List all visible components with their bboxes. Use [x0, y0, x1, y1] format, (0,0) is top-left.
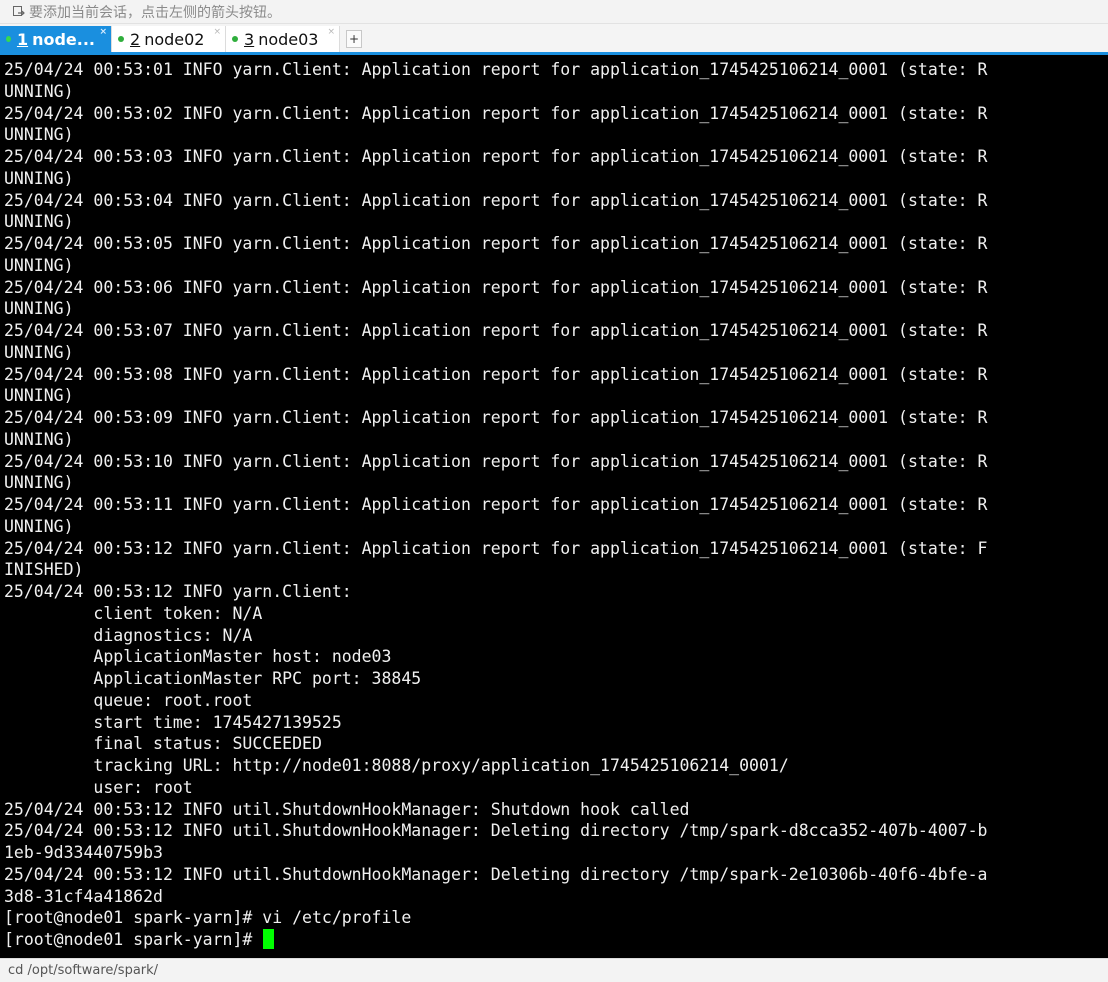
tab-number: 2	[130, 29, 141, 49]
tab-node01[interactable]: 1 node... ×	[0, 26, 112, 52]
terminal-line: tracking URL: http://node01:8088/proxy/a…	[93, 756, 789, 775]
terminal-line: start time: 1745427139525	[93, 712, 342, 732]
terminal-line: 25/04/24 00:53:12 INFO util.ShutdownHook…	[4, 799, 690, 819]
connection-status-icon	[232, 36, 238, 42]
terminal-line: 25/04/24 00:53:12 INFO yarn.Client: Appl…	[4, 538, 988, 558]
terminal-line: ApplicationMaster RPC port: 38845	[93, 669, 422, 688]
close-icon[interactable]: ×	[327, 27, 335, 37]
terminal-line: 1eb-9d33440759b3	[4, 843, 163, 862]
tab-label: node...	[32, 29, 95, 49]
terminal-line: UNNING)	[4, 81, 74, 101]
terminal-cursor	[263, 929, 275, 949]
terminal-line: UNNING)	[4, 299, 74, 319]
terminal-line: queue: root.root	[93, 690, 253, 710]
terminal-line: 25/04/24 00:53:06 INFO yarn.Client: Appl…	[4, 277, 988, 297]
tab-node02[interactable]: 2 node02 ×	[112, 26, 226, 52]
connection-status-icon	[118, 36, 124, 42]
terminal-line: 25/04/24 00:53:09 INFO yarn.Client: Appl…	[4, 408, 988, 427]
shell-prompt: [root@node01 spark-yarn]#	[4, 930, 263, 949]
terminal-line: 25/04/24 00:53:10 INFO yarn.Client: Appl…	[4, 451, 988, 471]
tab-label: node03	[258, 29, 319, 49]
terminal-line: 25/04/24 00:53:12 INFO util.ShutdownHook…	[4, 864, 988, 884]
tab-number: 3	[244, 29, 255, 49]
session-tab-bar: 1 node... × 2 node02 × 3 node03 × +	[0, 24, 1108, 55]
terminal-line: [root@node01 spark-yarn]# vi /etc/profil…	[4, 908, 412, 928]
terminal-line: UNNING)	[4, 125, 74, 145]
terminal-line: 25/04/24 00:53:12 INFO util.ShutdownHook…	[4, 821, 988, 841]
tab-node03[interactable]: 3 node03 ×	[226, 26, 340, 52]
terminal-line: 25/04/24 00:53:08 INFO yarn.Client: Appl…	[4, 364, 988, 384]
session-hint-bar: 要添加当前会话，点击左侧的箭头按钮。	[0, 0, 1108, 24]
terminal-line: INISHED)	[4, 560, 84, 580]
terminal-line: UNNING)	[4, 429, 74, 449]
terminal-line: 25/04/24 00:53:02 INFO yarn.Client: Appl…	[4, 103, 988, 123]
terminal-output[interactable]: 25/04/24 00:53:01 INFO yarn.Client: Appl…	[0, 58, 1108, 958]
terminal-line: UNNING)	[4, 212, 74, 232]
terminal-line: ApplicationMaster host: node03	[93, 647, 392, 667]
connection-status-icon	[6, 36, 11, 42]
close-icon[interactable]: ×	[99, 27, 107, 37]
terminal-line: 25/04/24 00:53:12 INFO yarn.Client:	[4, 582, 352, 601]
terminal-line: 25/04/24 00:53:01 INFO yarn.Client: Appl…	[4, 60, 988, 79]
command-bar-text: cd /opt/software/spark/	[8, 963, 159, 978]
session-hint-text: 要添加当前会话，点击左侧的箭头按钮。	[29, 4, 281, 21]
terminal-line: 25/04/24 00:53:05 INFO yarn.Client: Appl…	[4, 234, 988, 253]
terminal-line: UNNING)	[4, 168, 74, 188]
command-bar[interactable]: cd /opt/software/spark/	[0, 958, 1108, 982]
terminal-line: 25/04/24 00:53:04 INFO yarn.Client: Appl…	[4, 190, 988, 210]
terminal-line: UNNING)	[4, 255, 74, 275]
terminal-line: UNNING)	[4, 386, 74, 406]
terminal-line: user: root	[93, 777, 193, 797]
tab-label: node02	[144, 29, 205, 49]
terminal-line: 25/04/24 00:53:07 INFO yarn.Client: Appl…	[4, 321, 988, 340]
terminal-line: UNNING)	[4, 342, 74, 362]
tab-number: 1	[16, 29, 29, 49]
terminal-line: final status: SUCCEEDED	[93, 734, 322, 754]
terminal-line: UNNING)	[4, 473, 74, 493]
terminal-line: client token: N/A	[93, 603, 263, 623]
new-tab-button[interactable]: +	[346, 30, 362, 48]
close-icon[interactable]: ×	[213, 27, 221, 37]
terminal-line: 25/04/24 00:53:11 INFO yarn.Client: Appl…	[4, 495, 988, 514]
terminal-line: UNNING)	[4, 516, 74, 536]
terminal-text: 25/04/24 00:53:01 INFO yarn.Client: Appl…	[0, 58, 1108, 951]
terminal-line: 25/04/24 00:53:03 INFO yarn.Client: Appl…	[4, 147, 988, 166]
arrow-icon[interactable]	[12, 5, 26, 19]
terminal-line: 3d8-31cf4a41862d	[4, 886, 163, 906]
terminal-line: diagnostics: N/A	[93, 625, 253, 645]
